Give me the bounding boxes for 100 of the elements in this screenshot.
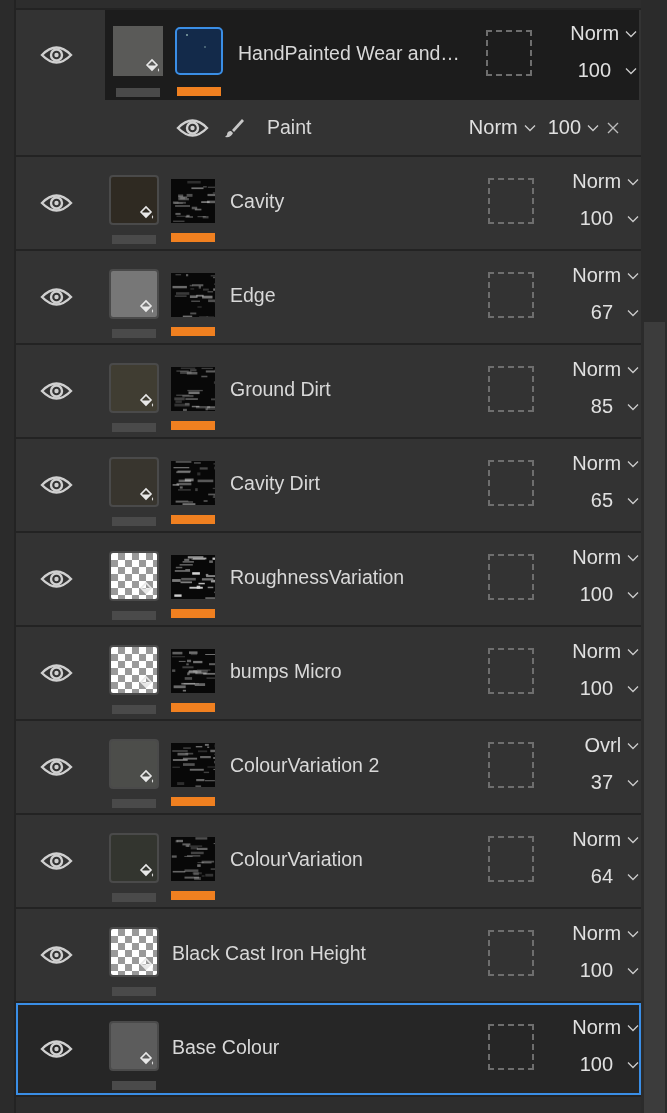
opacity-dropdown[interactable]: 100 <box>553 959 640 982</box>
layer-name: RoughnessVariation <box>230 566 406 589</box>
mask-thumbnail[interactable] <box>171 742 215 787</box>
fill-swatch[interactable] <box>109 362 159 413</box>
empty-mask-slot[interactable] <box>488 554 535 600</box>
eye-icon[interactable] <box>40 1038 73 1060</box>
empty-mask-slot[interactable] <box>488 366 535 412</box>
empty-mask-slot[interactable] <box>488 178 535 224</box>
fill-swatch[interactable] <box>109 268 159 319</box>
mask-indicator-bar <box>171 796 215 806</box>
chevron-down-icon <box>627 872 640 881</box>
chevron-down-icon <box>587 123 600 132</box>
blend-mode-dropdown[interactable]: Norm <box>553 358 640 381</box>
chevron-down-icon <box>627 590 640 599</box>
empty-mask-slot[interactable] <box>488 836 535 882</box>
chevron-down-icon <box>627 1023 640 1032</box>
fill-swatch[interactable] <box>109 832 159 883</box>
opacity-dropdown[interactable]: 100 <box>547 116 600 139</box>
fill-swatch[interactable] <box>113 25 163 76</box>
chevron-down-icon <box>627 553 640 562</box>
layer-row[interactable]: Edge Norm 67 <box>16 251 642 343</box>
empty-mask-slot[interactable] <box>486 30 533 76</box>
layer-row[interactable]: Base Colour Norm 100 <box>16 1003 642 1095</box>
blend-mode-dropdown[interactable]: Norm <box>553 264 640 287</box>
opacity-dropdown[interactable]: 100 <box>553 207 640 230</box>
paint-bucket-icon <box>139 298 155 315</box>
blend-mode-dropdown[interactable]: Norm <box>553 640 640 663</box>
mask-thumbnail[interactable] <box>171 460 215 505</box>
blend-mode-dropdown[interactable]: Ovrl <box>553 734 640 757</box>
eye-icon[interactable] <box>40 850 73 872</box>
empty-mask-slot[interactable] <box>488 272 535 318</box>
blend-mode-dropdown[interactable]: Norm <box>551 22 638 45</box>
layer-row[interactable]: Cavity Norm 100 <box>16 157 642 249</box>
opacity-dropdown[interactable]: 85 <box>553 395 640 418</box>
opacity-dropdown[interactable]: 100 <box>553 583 640 606</box>
eye-icon[interactable] <box>40 286 73 308</box>
opacity-dropdown[interactable]: 100 <box>553 677 640 700</box>
blend-mode-dropdown[interactable]: Norm <box>553 1016 640 1039</box>
eye-icon[interactable] <box>40 944 73 966</box>
chevron-down-icon <box>627 835 640 844</box>
paint-bucket-icon <box>139 862 155 879</box>
empty-mask-slot[interactable] <box>488 460 535 506</box>
blend-mode-dropdown[interactable]: Norm <box>468 116 536 139</box>
mask-thumbnail[interactable] <box>171 272 215 317</box>
eye-icon[interactable] <box>40 44 73 66</box>
chevron-down-icon <box>627 459 640 468</box>
layer-row[interactable]: Ground Dirt Norm 85 <box>16 345 642 437</box>
eye-icon[interactable] <box>40 380 73 402</box>
eye-icon[interactable] <box>40 756 73 778</box>
empty-mask-slot[interactable] <box>488 930 535 976</box>
layer-name: HandPainted Wear and… <box>238 42 461 65</box>
mask-thumbnail[interactable] <box>175 26 223 75</box>
transparent-swatch[interactable] <box>109 926 159 977</box>
fill-swatch[interactable] <box>109 174 159 225</box>
opacity-dropdown[interactable]: 100 <box>553 1053 640 1076</box>
transparent-swatch[interactable] <box>109 550 159 601</box>
mask-thumbnail[interactable] <box>171 836 215 881</box>
eye-icon[interactable] <box>40 568 73 590</box>
layer-row[interactable]: RoughnessVariation Norm 100 <box>16 533 642 625</box>
blend-mode-dropdown[interactable]: Norm <box>553 452 640 475</box>
mask-thumbnail[interactable] <box>171 366 215 411</box>
opacity-dropdown[interactable]: 65 <box>553 489 640 512</box>
blend-mode-dropdown[interactable]: Norm <box>553 546 640 569</box>
eye-icon[interactable] <box>40 192 73 214</box>
mask-thumbnail[interactable] <box>171 554 215 599</box>
eye-icon[interactable] <box>176 116 209 139</box>
layer-row[interactable]: ColourVariation 2 Ovrl 37 <box>16 721 642 813</box>
layer-row[interactable]: Cavity Dirt Norm 65 <box>16 439 642 531</box>
mask-thumbnail[interactable] <box>171 648 215 693</box>
layer-row[interactable]: bumps Micro Norm 100 <box>16 627 642 719</box>
layer-name: ColourVariation <box>230 848 364 871</box>
close-icon[interactable] <box>607 121 620 134</box>
opacity-dropdown[interactable]: 67 <box>553 301 640 324</box>
opacity-dropdown[interactable]: 100 <box>551 59 638 82</box>
chevron-down-icon <box>627 684 640 693</box>
layer-row[interactable]: ColourVariation Norm 64 <box>16 815 642 907</box>
paint-bucket-icon <box>139 392 155 409</box>
chevron-down-icon <box>627 778 640 787</box>
paint-bucket-icon <box>139 204 155 221</box>
opacity-dropdown[interactable]: 64 <box>553 865 640 888</box>
empty-mask-slot[interactable] <box>488 1024 535 1070</box>
chevron-down-icon <box>627 496 640 505</box>
eye-icon[interactable] <box>40 474 73 496</box>
blend-mode-dropdown[interactable]: Norm <box>553 922 640 945</box>
chevron-down-icon <box>627 647 640 656</box>
blend-mode-dropdown[interactable]: Norm <box>553 170 640 193</box>
blend-mode-dropdown[interactable]: Norm <box>553 828 640 851</box>
chevron-down-icon <box>627 177 640 186</box>
opacity-dropdown[interactable]: 37 <box>553 771 640 794</box>
fill-swatch[interactable] <box>109 456 159 507</box>
empty-mask-slot[interactable] <box>488 648 535 694</box>
fill-swatch[interactable] <box>109 1020 159 1071</box>
empty-mask-slot[interactable] <box>488 742 535 788</box>
transparent-swatch[interactable] <box>109 644 159 695</box>
mask-thumbnail[interactable] <box>171 178 215 223</box>
fill-swatch[interactable] <box>109 738 159 789</box>
layer-row[interactable]: Black Cast Iron Height Norm 100 <box>16 909 642 1001</box>
chevron-down-icon <box>627 966 640 975</box>
eye-icon[interactable] <box>40 662 73 684</box>
chevron-down-icon <box>627 365 640 374</box>
